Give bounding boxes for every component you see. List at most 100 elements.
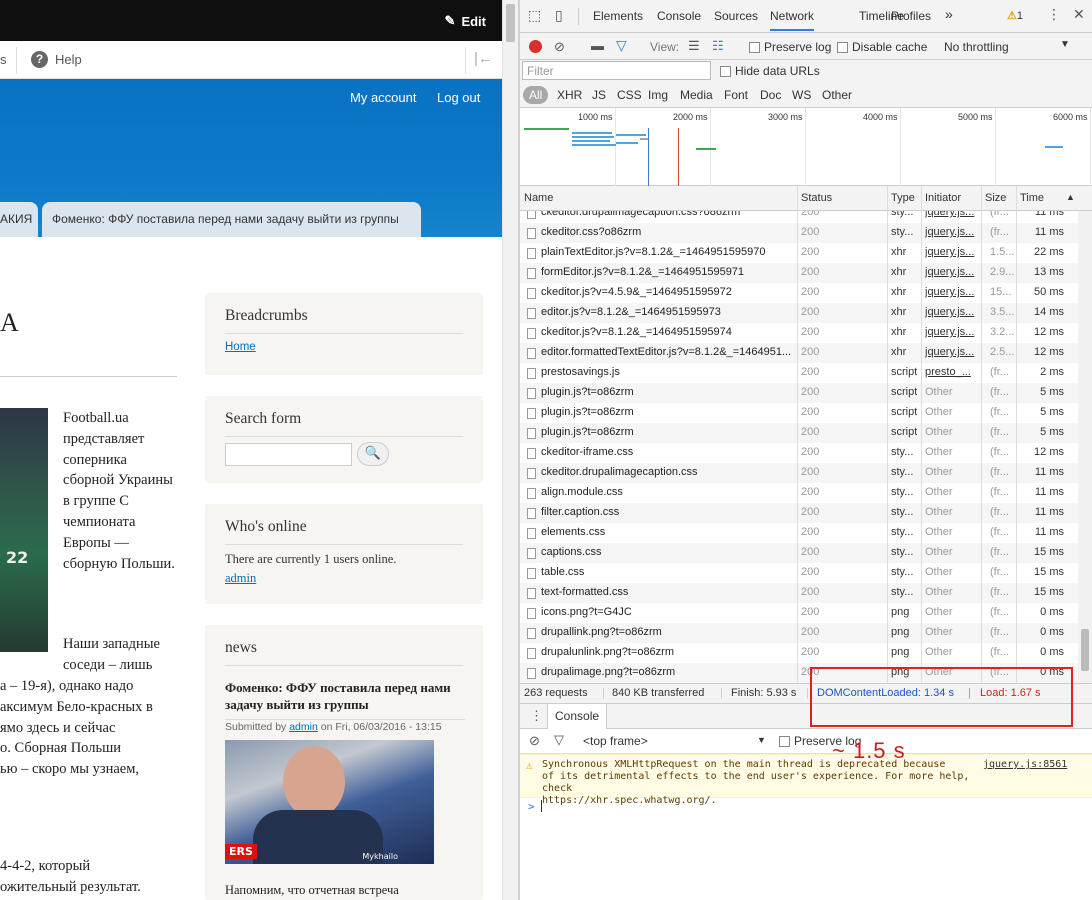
request-row[interactable]: ckeditor.js?v=8.1.2&_=1464951595974 200 xh…: [520, 323, 1078, 343]
log-out-link[interactable]: Log out: [437, 90, 480, 105]
tab-network[interactable]: Network: [770, 9, 815, 31]
request-row[interactable]: icons.png?t=G4JC 200 png Other (fr... 0 ms: [520, 603, 1078, 623]
request-row[interactable]: ckeditor.drupalimagecaption.css?o86zrm 20…: [520, 211, 1078, 223]
request-initiator[interactable]: jquery.js...: [925, 211, 975, 218]
large-rows-icon[interactable]: ☰: [688, 38, 700, 54]
breadcrumb-home-link[interactable]: Home: [225, 341, 256, 353]
record-icon[interactable]: [529, 40, 542, 53]
type-filter-img[interactable]: Img: [648, 88, 668, 102]
request-initiator[interactable]: jquery.js...: [925, 266, 975, 278]
tab-active[interactable]: Фоменко: ФФУ поставила перед нами задачу…: [42, 202, 421, 237]
console-prompt[interactable]: >: [528, 800, 542, 813]
shortcuts-link[interactable]: s: [0, 52, 7, 67]
request-row[interactable]: filter.caption.css 200 sty... Other (fr... 11…: [520, 503, 1078, 523]
request-row[interactable]: table.css 200 sty... Other (fr... 15 ms: [520, 563, 1078, 583]
column-size[interactable]: Size: [985, 192, 1006, 204]
request-row[interactable]: prestosavings.js 200 script presto_... (fr..…: [520, 363, 1078, 383]
help-link[interactable]: ? Help: [31, 51, 82, 68]
column-status[interactable]: Status: [801, 192, 832, 204]
preserve-log-checkbox[interactable]: Preserve log: [749, 40, 831, 54]
throttling-select[interactable]: No throttling: [944, 40, 1009, 54]
column-type[interactable]: Type: [891, 192, 915, 204]
request-row[interactable]: captions.css 200 sty... Other (fr... 15 ms: [520, 543, 1078, 563]
request-initiator[interactable]: jquery.js...: [925, 226, 975, 238]
request-row[interactable]: elements.css 200 sty... Other (fr... 11 ms: [520, 523, 1078, 543]
drawer-menu-icon[interactable]: ⋮: [530, 708, 543, 724]
request-row[interactable]: editor.formattedTextEditor.js?v=8.1.2&_=…: [520, 343, 1078, 363]
drawer-tab-console[interactable]: Console: [547, 704, 608, 729]
filter-input[interactable]: Filter: [522, 61, 711, 80]
search-input[interactable]: [225, 443, 352, 466]
type-filter-xhr[interactable]: XHR: [557, 88, 582, 102]
tab-console[interactable]: Console: [657, 9, 701, 23]
more-tabs-icon[interactable]: »: [945, 6, 953, 22]
capture-screenshots-icon[interactable]: ▬: [591, 38, 604, 53]
type-filter-font[interactable]: Font: [724, 88, 748, 102]
menu-icon[interactable]: ⋮: [1047, 7, 1061, 23]
overview-icon[interactable]: ☷: [712, 38, 724, 54]
warnings-counter[interactable]: ⚠1: [1007, 9, 1023, 22]
type-filter-ws[interactable]: WS: [792, 88, 811, 102]
network-overview[interactable]: 1000 ms 2000 ms 3000 ms 4000 ms 5000 ms …: [520, 108, 1092, 186]
request-row[interactable]: ckeditor.drupalimagecaption.css 200 sty...…: [520, 463, 1078, 483]
type-filter-media[interactable]: Media: [680, 88, 713, 102]
request-row[interactable]: ckeditor.js?v=4.5.9&_=1464951595972 200 xh…: [520, 283, 1078, 303]
tab-elements[interactable]: Elements: [593, 9, 643, 23]
request-row[interactable]: formEditor.js?v=8.1.2&_=1464951595971 200…: [520, 263, 1078, 283]
type-filter-css[interactable]: CSS: [617, 88, 642, 102]
column-initiator[interactable]: Initiator: [925, 192, 961, 204]
scrollbar-thumb[interactable]: [1081, 629, 1089, 671]
tab-previous[interactable]: АКИЯ: [0, 202, 38, 237]
disable-cache-checkbox[interactable]: Disable cache: [837, 40, 927, 54]
chevron-down-icon[interactable]: ▼: [757, 735, 766, 745]
hide-data-urls-checkbox[interactable]: Hide data URLs: [720, 64, 820, 78]
request-row[interactable]: drupallink.png?t=o86zrm 200 png Other (fr...…: [520, 623, 1078, 643]
request-row[interactable]: plugin.js?t=o86zrm 200 script Other (fr... 5 …: [520, 383, 1078, 403]
type-filter-other[interactable]: Other: [822, 88, 852, 102]
news-title-link[interactable]: Фоменко: ФФУ поставила перед нами задачу…: [225, 679, 465, 720]
tab-sources[interactable]: Sources: [714, 9, 758, 23]
filter-icon[interactable]: ▽: [616, 37, 627, 54]
request-row[interactable]: ckeditor-iframe.css 200 sty... Other (fr... 1…: [520, 443, 1078, 463]
tab-profiles[interactable]: Profiles: [891, 9, 931, 23]
page-scrollbar[interactable]: [502, 0, 518, 900]
request-initiator[interactable]: jquery.js...: [925, 286, 975, 298]
edit-button[interactable]: ✎ Edit: [445, 13, 486, 29]
request-row[interactable]: drupalunlink.png?t=o86zrm 200 png Other (fr.…: [520, 643, 1078, 663]
author-link[interactable]: admin: [289, 721, 318, 733]
request-row[interactable]: plainTextEditor.js?v=8.1.2&_=14649515959…: [520, 243, 1078, 263]
clear-console-icon[interactable]: ⊘: [529, 733, 540, 749]
sort-icon[interactable]: ▲: [1066, 192, 1075, 202]
request-row[interactable]: ckeditor.css?o86zrm 200 sty... jquery.js...…: [520, 223, 1078, 243]
online-user-link[interactable]: admin: [225, 571, 256, 586]
request-row[interactable]: plugin.js?t=o86zrm 200 script Other (fr... 5 …: [520, 423, 1078, 443]
request-initiator[interactable]: jquery.js...: [925, 246, 975, 258]
tray-orientation-icon[interactable]: |←: [474, 50, 493, 67]
device-mode-icon[interactable]: ▯: [555, 8, 563, 24]
type-filter-js[interactable]: JS: [592, 88, 606, 102]
column-name[interactable]: Name: [524, 192, 553, 204]
news-photo[interactable]: ERS Mykhailo: [225, 740, 434, 864]
filter-icon[interactable]: ▽: [554, 732, 564, 748]
clear-icon[interactable]: ⊘: [554, 39, 565, 55]
request-row[interactable]: editor.js?v=8.1.2&_=1464951595973 200 xhr j…: [520, 303, 1078, 323]
request-initiator[interactable]: presto_...: [925, 366, 975, 378]
request-row[interactable]: plugin.js?t=o86zrm 200 script Other (fr... 5 …: [520, 403, 1078, 423]
type-filter-doc[interactable]: Doc: [760, 88, 781, 102]
chevron-down-icon[interactable]: ▼: [1060, 39, 1070, 50]
warning-source-link[interactable]: jquery.js:8561: [983, 759, 1067, 770]
type-filter-all[interactable]: All: [523, 86, 549, 104]
request-initiator[interactable]: jquery.js...: [925, 346, 975, 358]
context-select[interactable]: <top frame>: [583, 734, 648, 748]
column-time[interactable]: Time: [1020, 192, 1044, 204]
close-icon[interactable]: ✕: [1073, 7, 1085, 23]
request-initiator[interactable]: jquery.js...: [925, 306, 975, 318]
request-row[interactable]: align.module.css 200 sty... Other (fr... 11 m…: [520, 483, 1078, 503]
request-initiator[interactable]: jquery.js...: [925, 326, 975, 338]
table-scrollbar[interactable]: [1078, 211, 1092, 683]
scrollbar-thumb[interactable]: [506, 4, 515, 42]
inspect-icon[interactable]: ⬚: [528, 8, 541, 24]
my-account-link[interactable]: My account: [350, 90, 416, 105]
request-row[interactable]: text-formatted.css 200 sty... Other (fr... 15…: [520, 583, 1078, 603]
search-button[interactable]: 🔍: [357, 442, 389, 466]
